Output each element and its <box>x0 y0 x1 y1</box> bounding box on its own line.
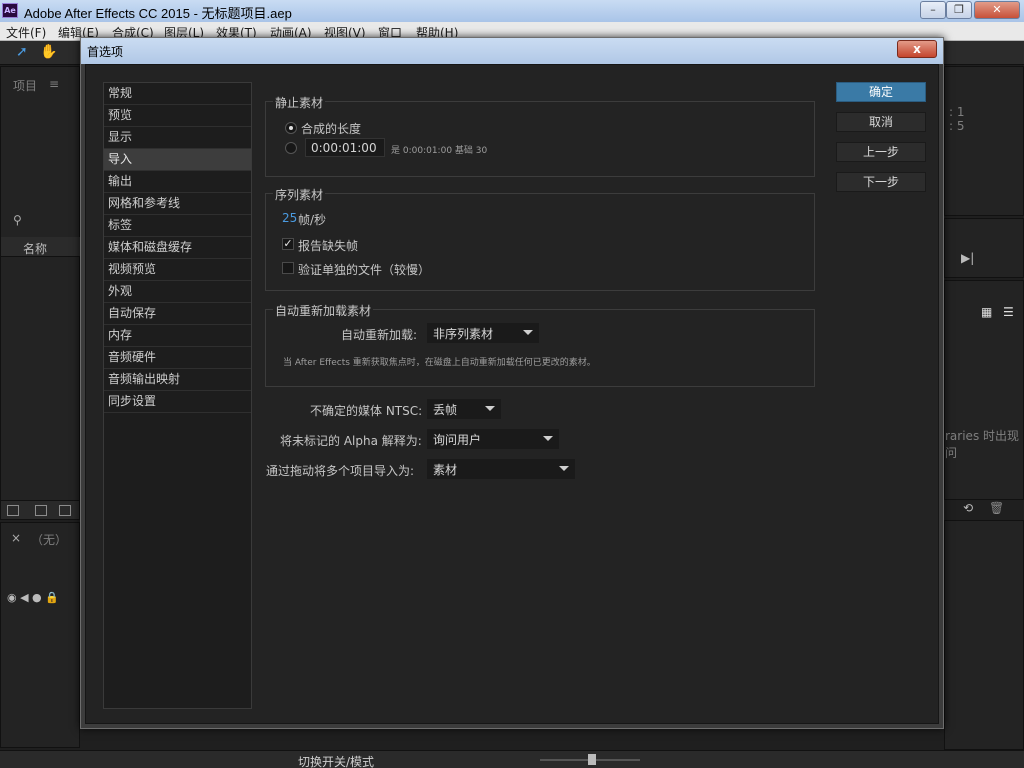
report-missing-frames-checkbox[interactable]: ✓ <box>282 238 294 250</box>
libraries-panel: ▦ ☰ raries 时出现问 ⟲ 🗑 <box>944 280 1024 515</box>
chevron-down-icon <box>523 330 533 335</box>
project-panel-label: 项目 <box>13 79 38 93</box>
panel-menu-icon[interactable]: ≡ <box>49 77 59 91</box>
menu-file[interactable]: 文件(F) <box>6 24 46 41</box>
category-previews[interactable]: 预览 <box>104 105 251 127</box>
selection-tool-icon[interactable]: ➚ <box>16 44 28 60</box>
category-output[interactable]: 输出 <box>104 171 251 193</box>
dialog-title: 首选项 <box>87 45 124 59</box>
drag-import-value: 素材 <box>433 463 458 477</box>
name-column-label[interactable]: 名称 <box>23 240 47 257</box>
hand-tool-icon[interactable]: ✋ <box>40 44 57 60</box>
trash-icon[interactable]: 🗑 <box>989 501 1004 515</box>
category-memory[interactable]: 内存 <box>104 325 251 347</box>
auto-reload-label: 自动重新加载素材 <box>273 302 374 319</box>
category-display[interactable]: 显示 <box>104 127 251 149</box>
list-view-icon[interactable]: ☰ <box>1003 305 1014 319</box>
cancel-button[interactable]: 取消 <box>836 112 926 132</box>
chevron-down-icon <box>559 466 569 471</box>
category-audio-output-mapping[interactable]: 音频输出映射 <box>104 369 251 391</box>
zoom-slider-handle[interactable] <box>588 754 596 765</box>
category-audio-hardware[interactable]: 音频硬件 <box>104 347 251 369</box>
custom-length-radio[interactable] <box>285 142 297 154</box>
category-import[interactable]: 导入 <box>104 149 251 171</box>
project-footer <box>0 500 80 520</box>
chevron-down-icon <box>485 406 495 411</box>
libraries-message: raries 时出现问 <box>945 429 1020 460</box>
project-panel: 项目 ≡ ⚲ 名称 <box>0 66 81 516</box>
maximize-button[interactable]: ❐ <box>946 1 972 19</box>
comp-length-label: 合成的长度 <box>301 122 362 136</box>
previous-button[interactable]: 上一步 <box>836 142 926 162</box>
auto-reload-value: 非序列素材 <box>433 327 494 341</box>
sequence-footage-label: 序列素材 <box>273 186 326 203</box>
grid-view-icon[interactable]: ▦ <box>981 305 992 319</box>
close-tab-icon[interactable]: × <box>11 531 21 545</box>
category-media-cache[interactable]: 媒体和磁盘缓存 <box>104 237 251 259</box>
auto-reload-description: 当 After Effects 重新获取焦点时，在磁盘上自动重新加载任何已更改的… <box>283 358 596 368</box>
next-button[interactable]: 下一步 <box>836 172 926 192</box>
right-bottom-panel <box>944 520 1024 750</box>
timeline-panel: × （无） ◉ ◀ ● 🔒 <box>0 522 80 748</box>
category-video-preview[interactable]: 视频预览 <box>104 259 251 281</box>
preferences-dialog: 首选项 x 常规 预览 显示 导入 输出 网格和参考线 标签 媒体和磁盘缓存 视… <box>80 37 944 729</box>
still-footage-label: 静止素材 <box>273 94 326 111</box>
ok-button[interactable]: 确定 <box>836 82 926 102</box>
info-readout-2: : 5 <box>949 119 965 133</box>
new-folder-icon[interactable] <box>35 505 47 516</box>
category-list: 常规 预览 显示 导入 输出 网格和参考线 标签 媒体和磁盘缓存 视频预览 外观… <box>103 82 252 709</box>
window-titlebar: Ae Adobe After Effects CC 2015 - 无标题项目.a… <box>0 0 1024 22</box>
dialog-titlebar: 首选项 x <box>81 38 943 64</box>
ntsc-dropdown[interactable]: 丢帧 <box>427 399 501 419</box>
info-readout-1: : 1 <box>949 105 965 119</box>
auto-reload-group <box>265 309 815 387</box>
ntsc-value: 丢帧 <box>433 403 458 417</box>
close-window-button[interactable]: ✕ <box>974 1 1020 19</box>
dialog-close-button[interactable]: x <box>897 40 937 58</box>
dialog-body: 常规 预览 显示 导入 输出 网格和参考线 标签 媒体和磁盘缓存 视频预览 外观… <box>85 64 939 724</box>
still-duration-note: 是 0:00:01:00 基础 30 <box>391 146 488 156</box>
project-column-header: 名称 <box>1 237 81 257</box>
fps-unit: 帧/秒 <box>298 213 327 227</box>
category-general[interactable]: 常规 <box>104 83 251 105</box>
window-title: Adobe After Effects CC 2015 - 无标题项目.aep <box>24 6 292 21</box>
interpret-footage-icon[interactable] <box>7 505 19 516</box>
alpha-dropdown[interactable]: 询问用户 <box>427 429 559 449</box>
toggle-switches-modes[interactable]: 切换开关/模式 <box>298 753 374 768</box>
search-icon[interactable]: ⚲ <box>13 213 22 227</box>
comp-length-radio[interactable] <box>285 122 297 134</box>
info-panel: : 1 : 5 <box>944 66 1024 216</box>
visibility-icons[interactable]: ◉ ◀ ● 🔒 <box>7 591 59 604</box>
ae-logo-icon: Ae <box>2 3 18 18</box>
fps-value[interactable]: 25 <box>282 211 297 225</box>
auto-reload-dropdown[interactable]: 非序列素材 <box>427 323 539 343</box>
category-auto-save[interactable]: 自动保存 <box>104 303 251 325</box>
timeline-footer: 切换开关/模式 <box>0 750 1024 768</box>
category-appearance[interactable]: 外观 <box>104 281 251 303</box>
alpha-value: 询问用户 <box>433 433 482 447</box>
drag-import-label: 通过拖动将多个项目导入为: <box>266 464 415 478</box>
timeline-none-label: （无） <box>31 533 68 547</box>
still-duration-field[interactable]: 0:00:01:00 <box>305 138 385 157</box>
category-grids-guides[interactable]: 网格和参考线 <box>104 193 251 215</box>
report-missing-frames-label: 报告缺失帧 <box>298 239 359 253</box>
category-labels[interactable]: 标签 <box>104 215 251 237</box>
auto-reload-field-label: 自动重新加载: <box>341 328 418 342</box>
ntsc-label: 不确定的媒体 NTSC: <box>310 404 423 418</box>
cc-libraries-icon[interactable]: ⟲ <box>963 501 973 515</box>
preview-panel: ▶| <box>944 218 1024 278</box>
category-sync-settings[interactable]: 同步设置 <box>104 391 251 413</box>
verify-files-label: 验证单独的文件（较慢） <box>298 263 431 277</box>
next-frame-icon[interactable]: ▶| <box>961 251 974 265</box>
new-comp-icon[interactable] <box>59 505 71 516</box>
verify-files-checkbox[interactable] <box>282 262 294 274</box>
chevron-down-icon <box>543 436 553 441</box>
alpha-label: 将未标记的 Alpha 解释为: <box>280 434 422 448</box>
minimize-button[interactable]: – <box>920 1 946 19</box>
drag-import-dropdown[interactable]: 素材 <box>427 459 575 479</box>
